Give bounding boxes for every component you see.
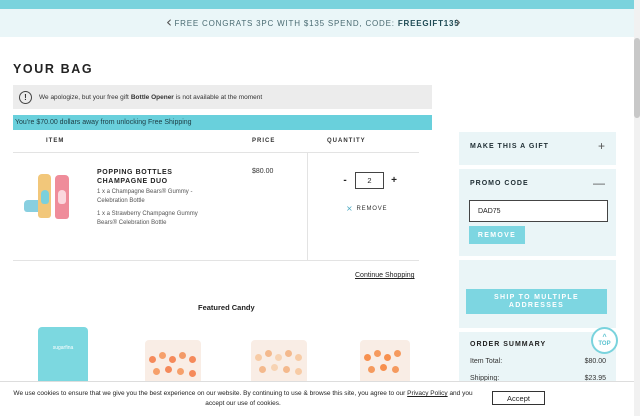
notice-text: We apologize, but your free gift (39, 93, 129, 101)
divider (13, 152, 419, 153)
order-sidebar: MAKE THIS A GIFT + PROMO CODE — DAD75 RE… (459, 132, 616, 416)
chevron-left-icon[interactable]: ‹ (166, 14, 172, 30)
privacy-policy-link[interactable]: Privacy Policy (407, 390, 447, 397)
remove-promo-button[interactable]: REMOVE (469, 226, 525, 244)
item-total-value: $80.00 (584, 358, 606, 365)
item-total-label: Item Total: (470, 358, 503, 365)
section-separator (459, 165, 616, 169)
featured-product-2[interactable] (145, 340, 201, 384)
section-separator (459, 256, 616, 260)
column-divider (307, 152, 308, 260)
remove-item-button[interactable]: × REMOVE (346, 204, 387, 213)
exclamation-icon: ! (19, 90, 32, 104)
cookie-message: We use cookies to ensure that we give yo… (8, 389, 478, 409)
promo-banner: ‹ FREE CONGRATS 3PC WITH $135 SPEND, COD… (0, 9, 634, 37)
brand-label: sugarfina (52, 345, 74, 351)
promo-banner-text: FREE CONGRATS 3PC WITH $135 SPEND, CODE:… (174, 19, 459, 28)
promo-code-toggle[interactable]: PROMO CODE — (459, 170, 616, 196)
make-gift-toggle[interactable]: MAKE THIS A GIFT + (459, 132, 616, 160)
notice-text-end: is not available at the moment (175, 93, 263, 101)
notice-gift-name: Bottle Opener (130, 93, 174, 101)
order-summary-title: ORDER SUMMARY (470, 341, 547, 348)
featured-product-3[interactable] (251, 340, 307, 384)
plus-icon[interactable]: + (598, 139, 606, 153)
accept-cookies-button[interactable]: Accept (492, 391, 545, 405)
quantity-input[interactable]: 2 (355, 172, 384, 189)
top-accent-strip (0, 0, 634, 9)
make-gift-label: MAKE THIS A GIFT (470, 142, 549, 150)
section-separator (459, 328, 616, 332)
promo-text: FREE CONGRATS 3PC WITH $135 SPEND, CODE: (174, 18, 395, 28)
cookie-banner: We use cookies to ensure that we give yo… (0, 381, 634, 416)
free-shipping-progress: You're $70.00 dollars away from unlockin… (13, 115, 432, 130)
gift-unavailable-notice: ! We apologize, but your free gift Bottl… (13, 85, 432, 109)
product-option-1: 1 x a Champagne Bears® Gummy - Celebrati… (97, 189, 193, 204)
item-total-row: Item Total: $80.00 (470, 358, 606, 365)
product-price: $80.00 (252, 168, 274, 175)
page-scrollbar[interactable] (634, 0, 640, 416)
increase-quantity-button[interactable]: + (389, 175, 399, 186)
quantity-stepper: - 2 + (340, 172, 399, 189)
back-to-top-button[interactable]: ^ TOP (591, 327, 618, 354)
column-item: ITEM (46, 138, 65, 144)
remove-label: REMOVE (356, 205, 388, 212)
bottle-label-blue (41, 190, 49, 204)
featured-candy-heading: Featured Candy (198, 303, 255, 312)
scrollbar-thumb[interactable] (634, 38, 640, 118)
minus-icon[interactable]: — (593, 176, 606, 190)
ship-multiple-addresses-button[interactable]: SHIP TO MULTIPLE ADDRESSES (466, 289, 607, 314)
promo-code-text: FREEGIFT135 (397, 18, 460, 28)
decrease-quantity-button[interactable]: - (340, 175, 350, 186)
page-title: YOUR BAG (13, 62, 94, 76)
column-price: PRICE (252, 138, 276, 144)
promo-code-input[interactable]: DAD75 (469, 200, 608, 222)
continue-shopping-link[interactable]: Continue Shopping (355, 272, 415, 279)
column-quantity: QUANTITY (327, 138, 366, 144)
divider (13, 260, 419, 261)
cookie-text: We use cookies to ensure that we give yo… (13, 390, 406, 397)
bottle-label-pink (58, 190, 66, 204)
promo-code-label: PROMO CODE (470, 179, 529, 187)
close-icon: × (346, 204, 354, 213)
featured-product-4[interactable] (360, 340, 410, 384)
product-image[interactable] (22, 172, 78, 220)
product-option-2: 1 x a Strawberry Champagne Gummy Bears® … (97, 211, 198, 226)
chevron-right-icon[interactable]: › (455, 14, 461, 30)
product-name[interactable]: POPPING BOTTLES CHAMPAGNE DUO (97, 168, 217, 186)
top-label: TOP (598, 340, 611, 347)
featured-product-1[interactable]: sugarfina (38, 327, 88, 387)
